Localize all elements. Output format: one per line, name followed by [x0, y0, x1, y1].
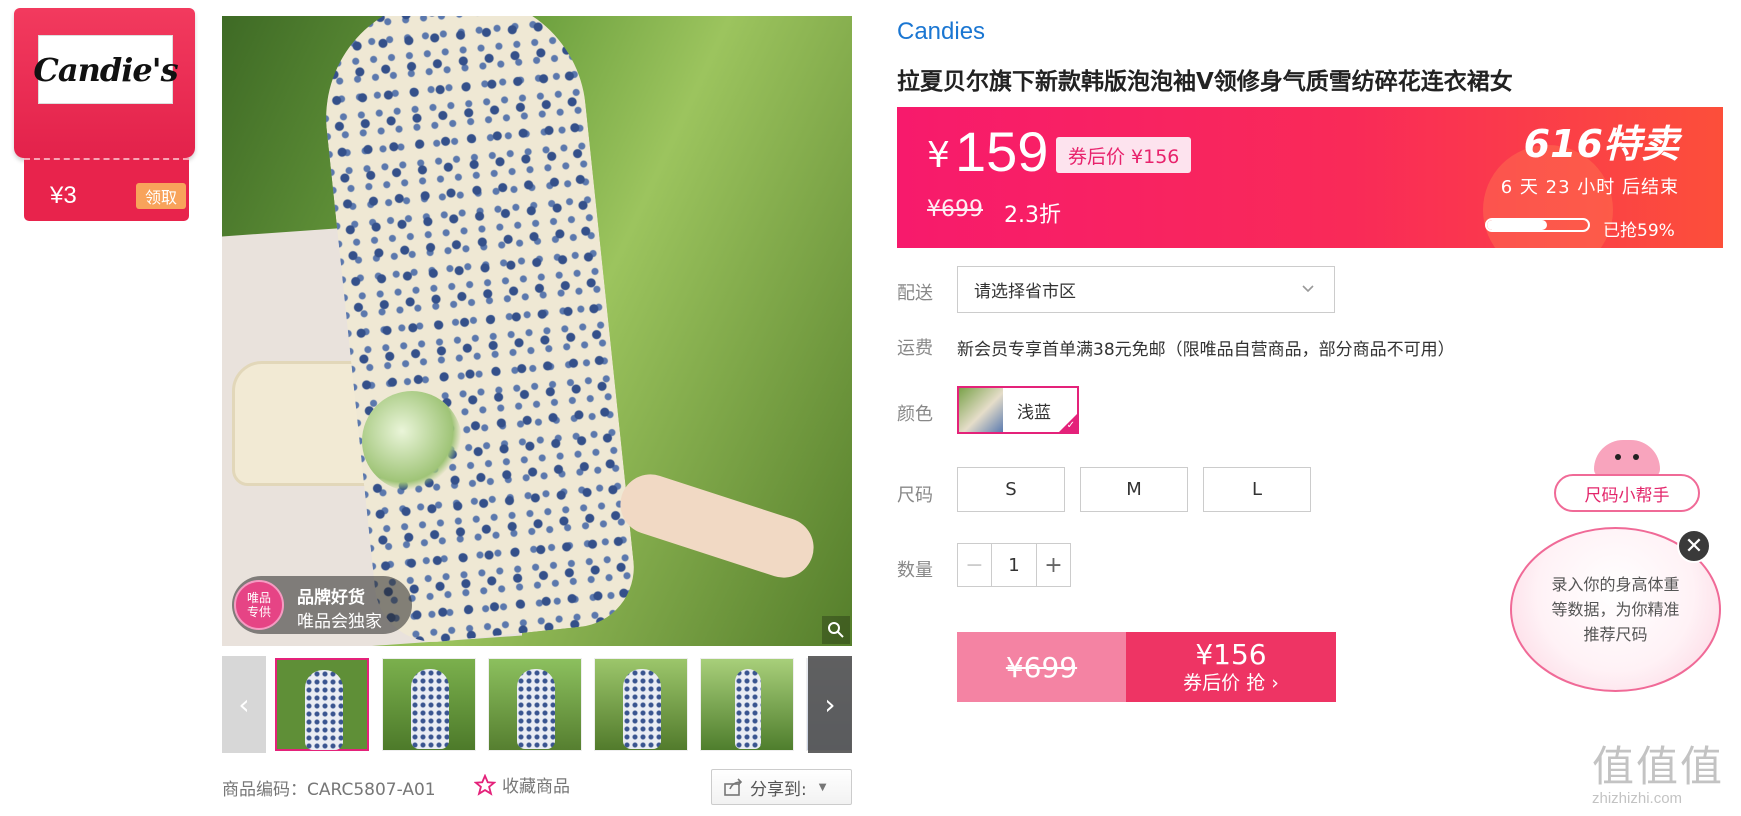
- quantity-decrease-button[interactable]: −: [958, 544, 992, 586]
- shipping-label: 运费: [897, 338, 933, 359]
- discount-rate: 2.3折: [1004, 203, 1061, 228]
- thumbnail-figure: [517, 669, 555, 749]
- thumbnail[interactable]: [594, 658, 688, 751]
- site-watermark: 值值值 zhizhizhi.com: [1592, 733, 1724, 807]
- color-option-light-blue[interactable]: 浅蓝 ✓: [957, 386, 1079, 434]
- size-option-s[interactable]: S: [957, 467, 1065, 512]
- coupon-price-tag: 券后价 ¥156: [1056, 137, 1192, 173]
- size-label: 尺码: [897, 485, 933, 506]
- chevron-down-icon: [1302, 285, 1314, 293]
- product-title: 拉夏贝尔旗下新款韩版泡泡袖V领修身气质雪纺碎花连衣裙女: [897, 69, 1513, 95]
- thumb-prev-button[interactable]: ‹: [222, 656, 266, 753]
- buy-coupon-price: ¥156: [1195, 638, 1267, 671]
- quantity-stepper: − 1 +: [957, 543, 1071, 587]
- chevron-left-icon: ‹: [238, 688, 250, 721]
- thumbnail-figure: [411, 669, 449, 749]
- brand-logo[interactable]: Candie's: [33, 35, 179, 104]
- size-option-l[interactable]: L: [1203, 467, 1311, 512]
- size-helper-button[interactable]: 尺码小帮手: [1554, 474, 1700, 512]
- thumbnail-figure: [305, 670, 343, 750]
- image-flowers: [362, 391, 462, 491]
- image-leg: [612, 466, 822, 586]
- buy-button[interactable]: ¥699 ¥156 券后价 抢 ›: [957, 632, 1336, 702]
- region-select-value: 请选择省市区: [974, 282, 1076, 302]
- star-icon: [474, 773, 496, 796]
- size-option-m[interactable]: M: [1080, 467, 1188, 512]
- share-icon: [724, 778, 743, 796]
- brand-card-top: Candie's: [14, 8, 195, 158]
- main-product-image[interactable]: 唯品 专供 品牌好货 唯品会独家: [222, 16, 852, 646]
- color-label: 颜色: [897, 404, 933, 425]
- claim-coupon-button[interactable]: 领取: [136, 183, 186, 209]
- buy-coupon-section: ¥156 券后价 抢 ›: [1126, 632, 1336, 702]
- check-icon: ✓: [1066, 420, 1075, 431]
- thumbnail-figure: [735, 669, 761, 749]
- chevron-right-icon: ›: [824, 688, 836, 721]
- thumbnail[interactable]: [382, 658, 476, 751]
- brand-coupon-card: Candie's ¥3 领取: [14, 8, 195, 221]
- countdown-timer: 6 天 23 小时 后结束: [1500, 177, 1679, 198]
- mascot-icon: [1594, 440, 1660, 478]
- badge-title: 品牌好货: [297, 588, 365, 608]
- favorite-label: 收藏商品: [502, 777, 570, 797]
- coupon-amount: ¥3: [50, 182, 77, 209]
- sold-progress-fill: [1487, 220, 1547, 230]
- close-icon[interactable]: ✕: [1677, 529, 1711, 563]
- event-title: 616特卖: [1523, 122, 1679, 166]
- thumbnail[interactable]: [275, 658, 369, 751]
- mascot-eye: [1615, 454, 1621, 460]
- color-swatch: [959, 388, 1003, 432]
- currency-symbol: ¥: [927, 135, 950, 176]
- price-panel: ¥ 159 券后价 ¥156 ¥699 2.3折 616特卖 6 天 23 小时…: [897, 107, 1723, 248]
- badge-subtitle: 唯品会独家: [297, 612, 382, 632]
- original-price: ¥699: [927, 197, 983, 222]
- quantity-increase-button[interactable]: +: [1036, 544, 1070, 586]
- quantity-label: 数量: [897, 560, 933, 581]
- product-sku: 商品编码：CARC5807-A01: [222, 780, 436, 800]
- mascot-eye: [1633, 454, 1639, 460]
- watermark-logo: 值值值: [1592, 742, 1725, 791]
- buy-action-label: 券后价 抢 ›: [1183, 672, 1279, 694]
- buy-original-price: ¥699: [957, 632, 1126, 702]
- exclusive-seal: 唯品 专供: [234, 580, 284, 630]
- caret-down-icon: ▼: [818, 781, 827, 793]
- favorite-button[interactable]: 收藏商品: [474, 772, 570, 797]
- sold-progress-bar: [1485, 218, 1590, 232]
- sold-percentage: 已抢59%: [1603, 221, 1675, 241]
- delivery-label: 配送: [897, 283, 933, 304]
- thumbnail-strip: ‹ ›: [222, 656, 852, 753]
- size-helper-text: 录入你的身高体重等数据，为你精准推荐尺码: [1551, 575, 1680, 644]
- share-label: 分享到:: [750, 779, 807, 800]
- thumbnail[interactable]: [700, 658, 794, 751]
- thumbnail-figure: [623, 669, 661, 749]
- shipping-info: 新会员专享首单满38元免邮（限唯品自营商品，部分商品不可用）: [957, 340, 1455, 360]
- exclusive-badge: 唯品 专供 品牌好货 唯品会独家: [232, 576, 412, 634]
- brand-logo-text: Candie's: [33, 50, 178, 89]
- zoom-icon[interactable]: [822, 616, 850, 644]
- brand-name-link[interactable]: Candies: [897, 18, 985, 46]
- color-option-label: 浅蓝: [1017, 402, 1051, 423]
- coupon-strip: ¥3 领取: [24, 158, 189, 221]
- share-dropdown[interactable]: 分享到: ▼: [711, 769, 852, 805]
- sale-price: 159: [955, 120, 1049, 183]
- quantity-value[interactable]: 1: [992, 544, 1036, 586]
- thumbnail[interactable]: [488, 658, 582, 751]
- thumb-next-button[interactable]: ›: [808, 656, 852, 753]
- region-select[interactable]: 请选择省市区: [957, 266, 1335, 313]
